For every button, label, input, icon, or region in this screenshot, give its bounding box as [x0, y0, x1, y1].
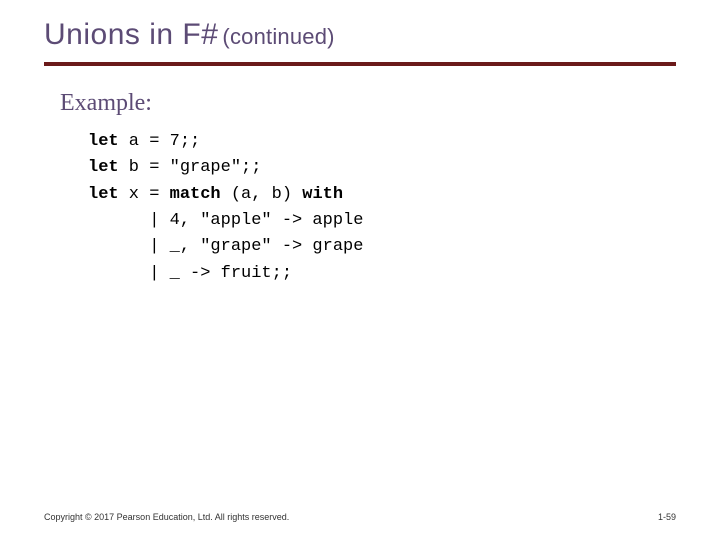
- code-line-3b: (a, b): [221, 185, 303, 204]
- kw-match: match: [170, 185, 221, 204]
- slide: Unions in F# (continued) Example: let a …: [0, 0, 720, 540]
- footer-page-number: 1-59: [658, 512, 676, 522]
- example-label: Example:: [60, 90, 720, 117]
- kw-let-2: let: [88, 158, 119, 177]
- kw-with: with: [302, 185, 343, 204]
- code-line-2: b = "grape";;: [119, 158, 262, 177]
- code-line-3a: x =: [119, 185, 170, 204]
- code-line-1: a = 7;;: [119, 132, 201, 151]
- code-block: let a = 7;; let b = "grape";; let x = ma…: [60, 129, 720, 287]
- title-sub: (continued): [222, 24, 334, 49]
- kw-let-3: let: [88, 185, 119, 204]
- code-line-4: | 4, "apple" -> apple: [88, 211, 363, 230]
- code-line-5: | _, "grape" -> grape: [88, 237, 363, 256]
- footer-copyright: Copyright © 2017 Pearson Education, Ltd.…: [44, 512, 289, 522]
- code-line-6: | _ -> fruit;;: [88, 264, 292, 283]
- body: Example: let a = 7;; let b = "grape";; l…: [0, 66, 720, 287]
- title-main: Unions in F#: [44, 18, 218, 51]
- kw-let-1: let: [88, 132, 119, 151]
- title-block: Unions in F# (continued): [0, 0, 720, 52]
